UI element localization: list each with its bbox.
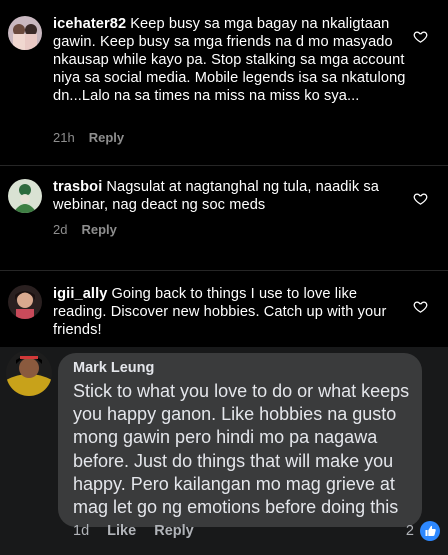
reply-button[interactable]: Reply — [89, 130, 124, 145]
reply-button[interactable]: Reply — [154, 523, 194, 539]
heart-icon[interactable] — [413, 191, 428, 206]
comment-meta: 2d Reply — [53, 222, 117, 237]
heart-icon[interactable] — [413, 29, 428, 44]
comment-body: trasboi Nagsulat at nagtanghal ng tula, n… — [53, 178, 408, 214]
fb-comment: Mark Leung Stick to what you love to do … — [0, 347, 448, 555]
comment-time: 2d — [53, 222, 68, 237]
heart-icon[interactable] — [413, 299, 428, 314]
comment-username[interactable]: icehater82 — [53, 16, 126, 32]
comment-username[interactable]: trasboi — [53, 179, 102, 195]
avatar[interactable] — [8, 179, 42, 213]
comment-body: igii_ally Going back to things I use to l… — [53, 285, 408, 339]
comment-time: 21h — [53, 130, 75, 145]
comment-text: Stick to what you love to do or what kee… — [73, 381, 410, 518]
comment-time: 1d — [73, 523, 90, 539]
comment-actions: 1d Like Reply — [73, 523, 208, 539]
avatar[interactable] — [6, 350, 52, 396]
avatar[interactable] — [8, 285, 42, 319]
comment-row: icehater82 Keep busy sa mga bagay na nkal… — [0, 0, 448, 165]
avatar[interactable] — [8, 16, 42, 50]
commenter-name[interactable]: Mark Leung — [73, 360, 154, 376]
comment-username[interactable]: igii_ally — [53, 286, 107, 302]
comment-row: igii_ally Going back to things I use to l… — [0, 271, 448, 345]
thumbs-up-icon[interactable] — [420, 521, 440, 541]
comment-meta: 21h Reply — [53, 130, 124, 145]
like-button[interactable]: Like — [107, 523, 136, 539]
comment-row: trasboi Nagsulat at nagtanghal ng tula, n… — [0, 166, 448, 270]
reaction-count[interactable]: 2 — [406, 523, 414, 539]
reply-button[interactable]: Reply — [81, 222, 116, 237]
comment-body: icehater82 Keep busy sa mga bagay na nkal… — [53, 15, 408, 105]
